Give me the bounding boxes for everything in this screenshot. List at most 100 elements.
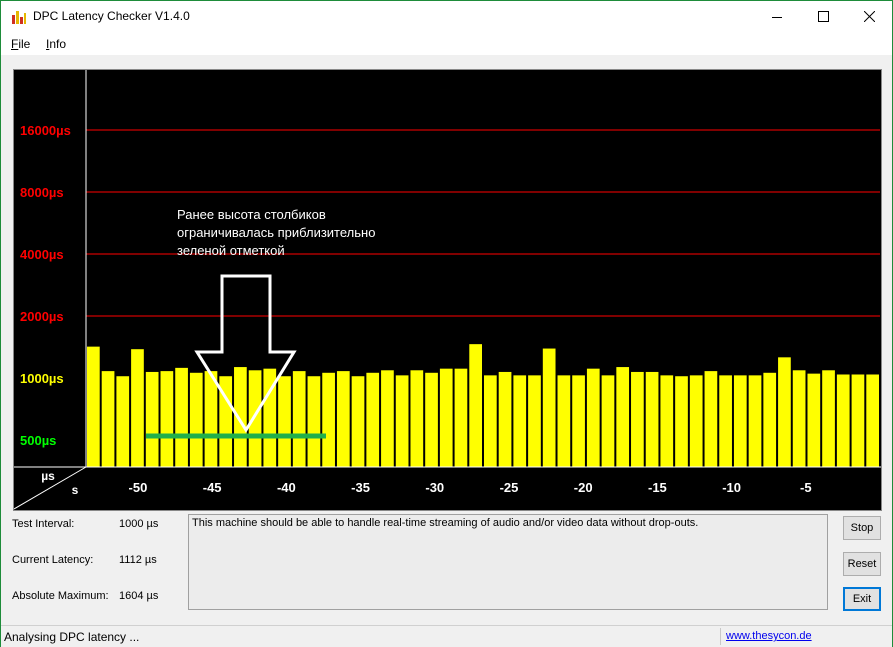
maximize-button[interactable] xyxy=(800,1,846,32)
latency-bar xyxy=(689,375,703,467)
latency-chart: 16000µs 8000µs 4000µs 2000µs 1000µs 500µs µs … xyxy=(13,69,882,511)
website-link[interactable]: www.thesycon.de xyxy=(726,630,812,642)
stop-button[interactable]: Stop xyxy=(843,516,881,540)
app-icon xyxy=(11,9,27,25)
y-tick-label: 2000µs xyxy=(20,309,64,324)
latency-bar xyxy=(469,344,482,467)
latency-bar xyxy=(792,370,806,467)
y-tick-label: 4000µs xyxy=(20,247,64,262)
latency-bar xyxy=(381,370,394,467)
exit-button[interactable]: Exit xyxy=(843,587,881,611)
corner-unit-s: s xyxy=(72,483,79,497)
menu-info-label: nfo xyxy=(49,37,67,51)
latency-bar xyxy=(87,346,100,467)
latency-bar xyxy=(336,371,350,467)
x-tick-label: -35 xyxy=(351,480,370,495)
latency-bar xyxy=(513,375,527,467)
latency-bar xyxy=(322,372,335,467)
latency-bar xyxy=(307,376,321,467)
latency-bar xyxy=(778,357,791,467)
x-tick-label: -50 xyxy=(129,480,148,495)
y-tick-label: 8000µs xyxy=(20,185,64,200)
latency-bar xyxy=(116,376,130,467)
close-button[interactable] xyxy=(846,1,892,32)
latency-bar xyxy=(836,374,850,467)
x-tick-label: -20 xyxy=(574,480,593,495)
latency-bar xyxy=(631,371,644,467)
latency-bar xyxy=(748,375,762,467)
latency-bar xyxy=(189,372,203,467)
latency-bar xyxy=(292,371,306,467)
absolute-maximum-value: 1604 µs xyxy=(119,590,159,602)
latency-bar xyxy=(851,374,865,467)
x-tick-label: -5 xyxy=(800,480,812,495)
menu-file-label: ile xyxy=(18,37,31,51)
latency-bar xyxy=(704,371,718,467)
latency-bar xyxy=(572,375,585,467)
latency-bar xyxy=(719,375,732,467)
latency-bar xyxy=(484,375,497,467)
latency-bar xyxy=(645,371,659,467)
latency-bar xyxy=(454,368,468,467)
latency-bar xyxy=(351,376,365,467)
current-latency-label: Current Latency: xyxy=(12,554,94,566)
latency-bar xyxy=(234,367,247,467)
latency-bar xyxy=(248,370,262,467)
x-tick-label: -40 xyxy=(277,480,296,495)
corner-unit-us: µs xyxy=(41,469,55,483)
latency-bar xyxy=(175,367,188,467)
latency-bar xyxy=(425,372,438,467)
x-tick-label: -30 xyxy=(425,480,444,495)
latency-bar xyxy=(763,372,777,467)
latency-bar xyxy=(733,375,747,467)
menu-file[interactable]: File xyxy=(11,37,30,51)
test-interval-label: Test Interval: xyxy=(12,518,75,530)
latency-bar xyxy=(439,368,453,467)
latency-bar xyxy=(601,375,615,467)
latency-bar xyxy=(616,367,630,467)
latency-bar xyxy=(542,348,556,467)
minimize-icon xyxy=(772,16,782,18)
latency-bar xyxy=(660,375,674,467)
annotation-line-1: Ранее высота столбиков xyxy=(177,207,326,222)
window-title: DPC Latency Checker V1.4.0 xyxy=(33,9,190,23)
latency-bar xyxy=(410,370,424,467)
current-latency-value: 1112 µs xyxy=(119,554,157,566)
x-tick-label: -25 xyxy=(500,480,519,495)
latency-bar xyxy=(586,368,600,467)
y-tick-label: 16000µs xyxy=(20,123,71,138)
absolute-maximum-label: Absolute Maximum: xyxy=(12,590,109,602)
annotation-line-3: зеленой отметкой xyxy=(177,243,285,258)
latency-bar xyxy=(807,373,821,467)
latency-bar xyxy=(866,374,879,467)
latency-bar xyxy=(160,371,174,467)
status-bar: Analysing DPC latency ... www.thesycon.d… xyxy=(1,625,892,647)
latency-bar xyxy=(395,375,409,467)
latency-bar xyxy=(528,375,541,467)
status-message-text: This machine should be able to handle re… xyxy=(192,517,699,529)
y-tick-label: 500µs xyxy=(20,433,56,448)
close-icon xyxy=(863,11,875,22)
maximize-icon xyxy=(817,11,829,22)
minimize-button[interactable] xyxy=(754,1,800,32)
status-message-box: This machine should be able to handle re… xyxy=(188,514,828,610)
latency-bar xyxy=(366,372,380,467)
latency-bar xyxy=(145,371,159,467)
latency-bar xyxy=(498,371,512,467)
reset-button[interactable]: Reset xyxy=(843,552,881,576)
title-bar: DPC Latency Checker V1.4.0 xyxy=(1,1,892,32)
latency-bar xyxy=(822,370,835,467)
status-text: Analysing DPC latency ... xyxy=(4,630,140,644)
x-tick-label: -45 xyxy=(203,480,222,495)
test-interval-value: 1000 µs xyxy=(119,518,159,530)
latency-bar xyxy=(557,375,571,467)
latency-bar xyxy=(101,371,115,467)
latency-bar xyxy=(204,371,218,467)
y-tick-label: 1000µs xyxy=(20,371,64,386)
latency-bar xyxy=(131,349,144,467)
app-window: DPC Latency Checker V1.4.0 File Info 160… xyxy=(0,0,893,647)
menu-info[interactable]: Info xyxy=(46,37,66,51)
latency-chart-svg: 16000µs8000µs4000µs2000µs1000µs500µs µs … xyxy=(14,70,881,510)
latency-bar xyxy=(278,376,291,467)
x-tick-label: -10 xyxy=(722,480,741,495)
